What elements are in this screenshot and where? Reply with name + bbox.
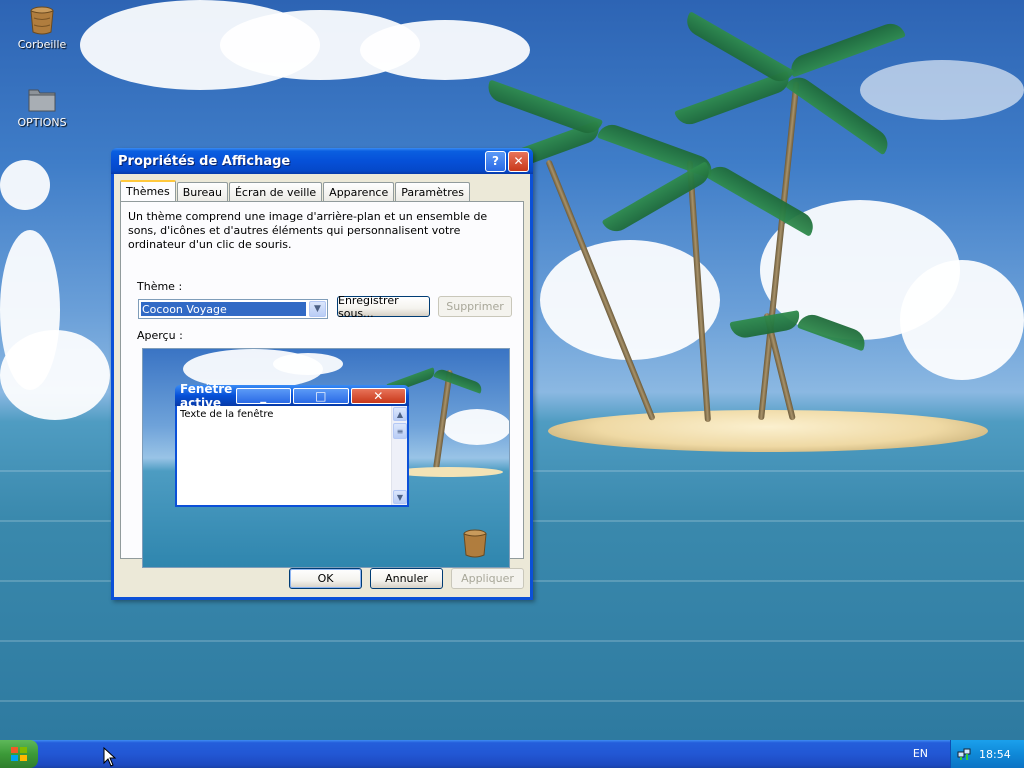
cloud <box>273 353 343 375</box>
save-as-button[interactable]: Enregistrer sous... <box>337 294 430 320</box>
dialog-title: Propriétés de Affichage <box>118 153 291 169</box>
cloud <box>0 330 110 420</box>
display-properties-dialog: Propriétés de Affichage ? ✕ Thèmes Burea… <box>111 148 533 600</box>
water-ripple <box>0 640 1024 642</box>
dialog-client-area: Thèmes Bureau Écran de veille Apparence … <box>114 174 530 597</box>
tab-themes[interactable]: Thèmes <box>120 180 176 201</box>
tab-settings[interactable]: Paramètres <box>395 182 470 201</box>
preview-window-body: Texte de la fenêtre ▲ ≡ ▼ <box>177 406 407 505</box>
apply-button[interactable]: Appliquer <box>451 568 524 589</box>
taskbar: EN 18:54 <box>0 740 1024 768</box>
preview-label: Aperçu : <box>137 329 183 342</box>
folder-icon <box>28 89 56 112</box>
cloud <box>860 60 1024 120</box>
sand-island <box>393 467 503 477</box>
palm-frond <box>484 79 604 138</box>
palm-frond <box>705 161 819 237</box>
chevron-down-icon[interactable]: ▼ <box>309 301 326 317</box>
network-icon[interactable] <box>957 747 971 761</box>
preview-window-text: Texte de la fenêtre <box>180 409 274 420</box>
language-indicator[interactable]: EN <box>913 747 928 760</box>
tab-screensaver[interactable]: Écran de veille <box>228 182 323 201</box>
mouse-cursor-icon <box>103 747 117 767</box>
cloud <box>443 409 509 445</box>
tab-strip: Thèmes Bureau Écran de veille Apparence … <box>120 180 471 201</box>
maximize-icon: □ <box>293 387 349 404</box>
recycle-bin-icon <box>30 6 54 35</box>
ok-button[interactable]: OK <box>289 568 362 589</box>
clock[interactable]: 18:54 <box>979 748 1011 761</box>
system-tray: 18:54 <box>950 740 1024 768</box>
sand-island <box>548 410 988 452</box>
cloud <box>360 20 530 80</box>
palm-frond <box>433 367 484 394</box>
theme-label: Thème : <box>137 280 183 293</box>
close-button[interactable]: ✕ <box>508 150 529 172</box>
tab-desktop[interactable]: Bureau <box>176 182 228 201</box>
preview-titlebar: Fenêtre active _ □ ✕ <box>175 382 409 410</box>
desktop-icon-label: Corbeille <box>17 38 67 51</box>
theme-dropdown[interactable]: Cocoon Voyage ▼ <box>138 299 328 319</box>
theme-preview: Fenêtre active _ □ ✕ Texte de la fenêtre… <box>142 348 510 568</box>
scroll-down-icon: ▼ <box>393 490 407 504</box>
minimize-icon: _ <box>235 387 291 404</box>
palm-frond <box>681 11 795 87</box>
cloud <box>0 160 50 210</box>
theme-description: Un thème comprend une image d'arrière-pl… <box>128 210 488 251</box>
cloud <box>900 260 1024 380</box>
dialog-titlebar[interactable]: Propriétés de Affichage ? ✕ <box>111 148 533 174</box>
recycle-bin-icon <box>463 529 487 558</box>
help-button[interactable]: ? <box>485 150 506 172</box>
preview-scrollbar: ▲ ≡ ▼ <box>391 406 407 505</box>
scroll-thumb: ≡ <box>393 423 407 439</box>
desktop-icon-recycle-bin[interactable]: Corbeille <box>7 6 77 51</box>
preview-active-window: Fenêtre active _ □ ✕ Texte de la fenêtre… <box>175 382 409 507</box>
theme-selected-value: Cocoon Voyage <box>141 302 306 316</box>
tab-appearance[interactable]: Apparence <box>323 182 395 201</box>
palm-frond <box>601 161 715 237</box>
close-icon: ✕ <box>350 387 406 404</box>
desktop-icon-options-folder[interactable]: OPTIONS <box>7 84 77 129</box>
desktop-icon-label: OPTIONS <box>17 116 67 129</box>
cancel-button[interactable]: Annuler <box>370 568 443 589</box>
scroll-up-icon: ▲ <box>393 407 407 421</box>
windows-logo-icon <box>11 747 27 761</box>
water-ripple <box>0 700 1024 702</box>
delete-button[interactable]: Supprimer <box>438 296 512 317</box>
start-button[interactable] <box>0 740 38 768</box>
